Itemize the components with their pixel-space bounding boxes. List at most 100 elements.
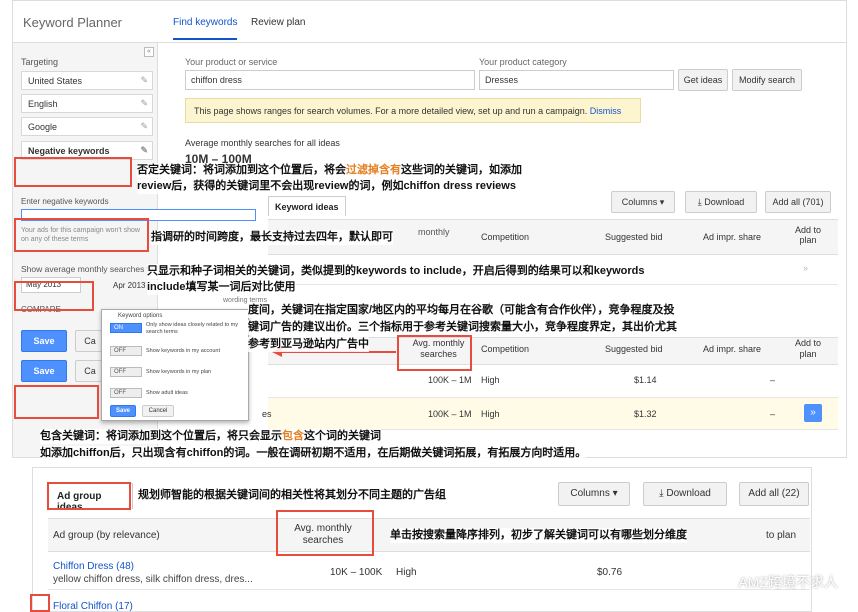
- show-avg-label: Show average monthly searches for: [21, 264, 157, 274]
- edit-pencil-icon[interactable]: ✎: [140, 75, 148, 86]
- app-header: Keyword Planner Find keywords Review pla…: [13, 1, 846, 43]
- ad-group-bid: $0.76: [597, 567, 623, 578]
- col2-competition[interactable]: Competition: [481, 344, 529, 354]
- toggle-adult-ideas[interactable]: OFF: [110, 388, 142, 398]
- negative-placeholder-label: Enter negative keywords: [21, 197, 109, 206]
- download-label: Download: [704, 197, 745, 207]
- annotation-include-line2: 如添加chiffon后，只出现含有chiffon的词。一般在调研初期不适用，在后…: [40, 446, 587, 461]
- download-label-2: Download: [666, 488, 711, 499]
- row-bid: $1.32: [634, 409, 657, 419]
- highlight-ad-group-tab: [47, 482, 131, 510]
- col-add-plan-2: to plan: [766, 530, 797, 541]
- target-network[interactable]: Google ✎: [21, 117, 153, 136]
- annotation-negative-highlight: 过滤掉含有: [346, 164, 401, 176]
- table-row[interactable]: 100K – 1M High $1.14 –: [268, 365, 838, 398]
- highlight-avg-monthly: [397, 335, 472, 371]
- row-competition: High: [481, 409, 500, 419]
- annotation-include-pre: 包含关键词：将词添加到这个位置后，将只会显示: [40, 430, 282, 442]
- row-competition: High: [481, 375, 500, 385]
- collapse-icon[interactable]: «: [144, 47, 154, 57]
- annotation-include: 包含关键词：将词添加到这个位置后，将只会显示包含这个词的关键词: [40, 429, 381, 444]
- save-button-2[interactable]: Save: [21, 360, 67, 382]
- edit-pencil-icon[interactable]: ✎: [140, 121, 148, 132]
- col-competition[interactable]: Competition: [481, 232, 529, 242]
- tab-keyword-ideas[interactable]: Keyword ideas: [268, 196, 346, 216]
- product-label: Your product or service: [185, 57, 278, 67]
- target-language[interactable]: English ✎: [21, 94, 153, 113]
- columns-label-2: Columns: [570, 488, 610, 499]
- table-row[interactable]: es 100K – 1M High $1.32 – »: [262, 398, 838, 430]
- col2-add-plan: Add to plan: [794, 338, 822, 359]
- negative-keywords-label: Negative keywords: [28, 146, 110, 156]
- download-icon: ⤓: [697, 197, 702, 207]
- opt4-label: Show adult ideas: [146, 390, 188, 396]
- col-ad-share[interactable]: Ad impr. share: [703, 232, 761, 242]
- date-to-select[interactable]: Apr 2013: [113, 281, 145, 290]
- tab-find-keywords[interactable]: Find keywords: [173, 17, 238, 40]
- annotation-sort: 单击按搜索量降序排列，初步了解关键词可以有哪些划分维度: [390, 528, 687, 543]
- col-add-plan: Add to plan: [794, 225, 822, 245]
- toggle-in-plan[interactable]: OFF: [110, 367, 142, 377]
- toggle-closely-related[interactable]: ON: [110, 323, 142, 333]
- product-input[interactable]: chiffon dress: [185, 70, 475, 90]
- toggle-in-account[interactable]: OFF: [110, 346, 142, 356]
- target-location[interactable]: United States ✎: [21, 71, 153, 90]
- target-location-label: United States: [28, 76, 83, 86]
- annotation-include-highlight: 包含: [282, 430, 304, 442]
- table-row[interactable]: Chiffon Dress (48) yellow chiffon dress,…: [48, 552, 810, 590]
- col-suggested-bid[interactable]: Suggested bid: [605, 232, 663, 242]
- download-button[interactable]: ⤓ Download: [685, 191, 757, 213]
- annotation-related-l2: include填写某一词后对比使用: [147, 280, 296, 295]
- category-input[interactable]: Dresses: [479, 70, 674, 90]
- add-all-button[interactable]: Add all (701): [765, 191, 831, 213]
- row-volume: 100K – 1M: [428, 375, 472, 385]
- col2-suggested-bid[interactable]: Suggested bid: [605, 344, 663, 354]
- app-title: Keyword Planner: [23, 15, 122, 30]
- add-all-button-2[interactable]: Add all (22): [739, 482, 809, 506]
- edit-pencil-icon[interactable]: ✎: [140, 98, 148, 109]
- get-ideas-button[interactable]: Get ideas: [678, 69, 728, 91]
- popup-title: Keyword options: [118, 313, 163, 319]
- opt2-label: Show keywords in my account: [146, 348, 220, 354]
- annotation-negative: 否定关键词：将词添加到这个位置后，将会过滤掉含有这些词的关键词，如添加: [137, 163, 522, 178]
- columns-button-2[interactable]: Columns ▾: [558, 482, 630, 506]
- annotation-negative-line2: review后，获得的关键词里不会出现review的词，例如chiffon dr…: [137, 179, 516, 194]
- popup-cancel-button[interactable]: Cancel: [142, 405, 174, 417]
- highlight-avg-searches-col: [276, 510, 374, 556]
- columns-button[interactable]: Columns ▾: [611, 191, 675, 213]
- highlight-row: [30, 594, 50, 612]
- tab-review-plan[interactable]: Review plan: [251, 17, 305, 28]
- highlight-ads-note: [14, 218, 149, 252]
- watermark: AMZ跨境不求人: [738, 574, 838, 590]
- avg-label: Average monthly searches for all ideas: [185, 138, 340, 148]
- opt1-label: Only show ideas closely related to my se…: [146, 322, 239, 335]
- opt3-label: Show keywords in my plan: [146, 369, 212, 375]
- save-button[interactable]: Save: [21, 330, 67, 352]
- modify-search-button[interactable]: Modify search: [732, 69, 802, 91]
- ad-group-name[interactable]: Chiffon Dress (48): [53, 561, 134, 572]
- annotation-negative-pre: 否定关键词：将词添加到这个位置后，将会: [137, 164, 346, 176]
- col-monthly[interactable]: monthly: [418, 227, 450, 237]
- add-to-plan-icon[interactable]: »: [804, 404, 822, 422]
- highlight-negative-keywords: [14, 157, 132, 187]
- download-button-2[interactable]: ⤓ Download: [643, 482, 727, 506]
- row-volume: 100K – 1M: [428, 409, 472, 419]
- row-share: –: [770, 409, 776, 419]
- annotation-related-l1: 只显示和种子词相关的关键词，类似提到的keywords to include，开…: [147, 264, 645, 279]
- ad-group-volume: 10K – 100K: [330, 567, 383, 578]
- row-keyword: es: [262, 409, 272, 419]
- category-label: Your product category: [479, 57, 567, 67]
- col2-ad-share[interactable]: Ad impr. share: [703, 344, 761, 354]
- dismiss-link[interactable]: Dismiss: [590, 106, 622, 116]
- annotation-metrics-l3: 参考到亚马逊站内广告中: [248, 337, 369, 352]
- col-ad-group: Ad group (by relevance): [53, 530, 160, 541]
- columns-label: Columns: [621, 197, 658, 207]
- popup-save-button[interactable]: Save: [110, 405, 136, 417]
- download-icon: ⤓: [659, 488, 664, 499]
- annotation-negative-post: 这些词的关键词，如添加: [401, 164, 522, 176]
- edit-pencil-icon[interactable]: ✎: [140, 145, 148, 156]
- row-divider: [268, 284, 838, 285]
- annotation-date: 指调研的时间跨度，最长支持过去四年，默认即可: [151, 230, 393, 245]
- ad-group-name[interactable]: Floral Chiffon (17): [53, 601, 133, 611]
- annotation-include-post: 这个词的关键词: [304, 430, 381, 442]
